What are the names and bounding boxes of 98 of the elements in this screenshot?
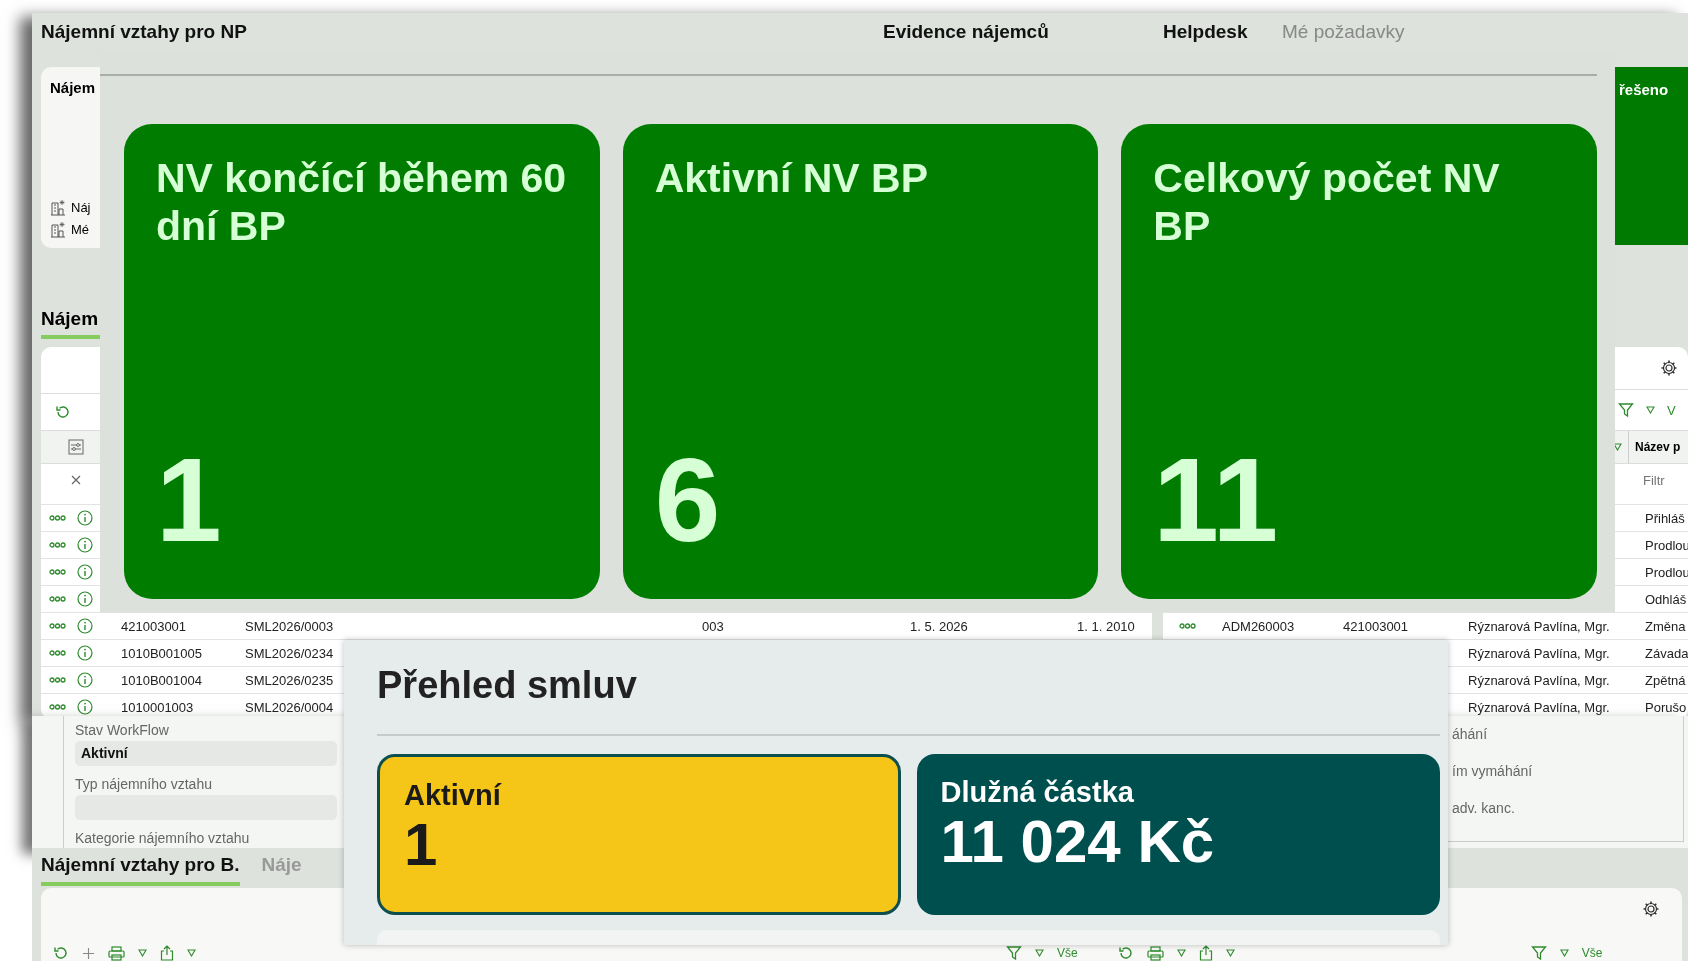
more-icon[interactable] (49, 650, 66, 656)
export-icon[interactable] (1198, 945, 1213, 961)
section-heading: Nájem (41, 308, 99, 330)
building-icon (50, 221, 66, 238)
caret-icon[interactable] (1646, 406, 1655, 414)
table-cell: Prodlou (1645, 564, 1688, 580)
filter-icon[interactable] (1618, 402, 1634, 418)
filter-icon[interactable] (1530, 945, 1547, 961)
table-cell: 1010001003 (121, 699, 194, 715)
link-label[interactable]: Mé (71, 222, 90, 237)
tab-underline (41, 335, 103, 339)
settings-icon[interactable] (1660, 359, 1678, 377)
filter-label[interactable]: Vše (1057, 946, 1078, 960)
table-cell: ADM260003 (1222, 618, 1295, 634)
table-cell: 421003001 (1343, 618, 1409, 634)
more-icon[interactable] (49, 596, 66, 602)
filter-icon[interactable] (1006, 945, 1022, 961)
table-cell: 003 (702, 618, 724, 634)
more-icon[interactable] (49, 515, 66, 521)
print-icon[interactable] (1146, 945, 1164, 961)
more-icon[interactable] (49, 677, 66, 683)
refresh-icon[interactable] (53, 945, 69, 961)
table-cell: 421003001 (121, 618, 187, 634)
filter-label[interactable]: V (1667, 402, 1676, 418)
select-field[interactable]: Aktivní (75, 741, 337, 766)
refresh-icon[interactable] (1117, 945, 1134, 961)
column-settings-icon[interactable] (68, 439, 84, 455)
info-icon[interactable] (77, 537, 93, 553)
option-label[interactable]: ím vymáhání (1452, 763, 1683, 800)
export-icon[interactable] (160, 945, 174, 961)
table-cell-text: Přihláš (1645, 510, 1686, 526)
table-cell: 1010B001004 (121, 672, 202, 688)
table-cell: Závada (1645, 645, 1688, 661)
section-heading: Evidence nájemců (883, 21, 1049, 43)
table-cell: SML2026/0003 (245, 618, 334, 634)
caret-icon[interactable] (1225, 949, 1235, 957)
tile-label: řešeno (1619, 81, 1669, 98)
page-heading: Nájemní vztahy pro NP (41, 21, 247, 43)
table-cell-text: Změna (1645, 618, 1687, 634)
info-icon[interactable] (77, 618, 93, 634)
building-icon (50, 199, 66, 216)
settings-icon[interactable] (1642, 900, 1660, 918)
option-label[interactable]: áhání (1452, 726, 1683, 763)
table-cell: 1. 1. 2010 (1077, 618, 1135, 634)
info-icon[interactable] (77, 591, 93, 607)
info-icon[interactable] (77, 510, 93, 526)
caret-icon[interactable] (1559, 949, 1569, 957)
table-cell: Odhláš (1645, 591, 1688, 607)
caret-icon[interactable] (1613, 443, 1622, 451)
kpi-title: Aktivní NV BP (654, 154, 930, 203)
field-label: Kategorie nájemního vztahu (75, 830, 251, 846)
caret-icon[interactable] (1035, 949, 1044, 957)
stat-value: 11 024 Kč (940, 809, 1216, 875)
more-icon[interactable] (49, 623, 66, 629)
table-cell: Rýznarová Pavlína, Mgr. (1468, 699, 1610, 715)
section-heading: Helpdesk (1163, 21, 1248, 43)
field-label: Typ nájemního vztahu (75, 776, 213, 792)
kpi-title: Celkový počet NV BP (1153, 154, 1501, 251)
more-icon[interactable] (1179, 623, 1196, 629)
link-label[interactable]: Náj (71, 200, 91, 215)
option-label[interactable]: adv. kanc. (1452, 800, 1683, 837)
caret-icon[interactable] (187, 949, 196, 957)
kpi-value: 6 (654, 441, 722, 559)
kpi-title: NV končící během 60 dní BP (156, 154, 568, 251)
more-icon[interactable] (49, 542, 66, 548)
kpi-value: 1 (156, 441, 223, 559)
column-header[interactable]: Název p (1628, 431, 1681, 463)
filter-label[interactable]: Vše (1581, 946, 1603, 960)
table-cell: 1010B001005 (121, 645, 202, 661)
card-title: Nájem (50, 79, 97, 96)
table-cell: Porušo (1645, 699, 1688, 715)
table-cell: Prodlou (1645, 537, 1688, 553)
table-cell-text: Zpětná (1645, 672, 1687, 688)
table-cell: SML2026/0234 (245, 645, 334, 661)
clear-icon[interactable] (71, 475, 81, 485)
stat-value: 1 (404, 812, 439, 878)
more-icon[interactable] (49, 704, 66, 710)
caret-icon[interactable] (138, 949, 147, 957)
info-icon[interactable] (77, 699, 93, 715)
caret-icon[interactable] (1176, 949, 1186, 957)
field-label: Stav WorkFlow (75, 722, 170, 738)
table-cell: Rýznarová Pavlína, Mgr. (1468, 618, 1610, 634)
add-icon[interactable] (82, 946, 95, 960)
refresh-icon[interactable] (55, 404, 71, 420)
table-cell: SML2026/0004 (245, 699, 334, 715)
table-cell: Rýznarová Pavlína, Mgr. (1468, 645, 1610, 661)
stat-label: Aktivní (404, 779, 503, 812)
table-cell: SML2026/0235 (245, 672, 334, 688)
table-cell: 1. 5. 2026 (910, 618, 968, 634)
kpi-value: 11 (1153, 441, 1280, 559)
info-icon[interactable] (77, 645, 93, 661)
table-cell: Rýznarová Pavlína, Mgr. (1468, 672, 1610, 688)
panel-title: Přehled smluv (377, 664, 637, 707)
more-icon[interactable] (49, 569, 66, 575)
print-icon[interactable] (108, 945, 125, 961)
info-icon[interactable] (77, 672, 93, 688)
stat-label: Dlužná částka (940, 776, 1135, 809)
info-icon[interactable] (77, 564, 93, 580)
